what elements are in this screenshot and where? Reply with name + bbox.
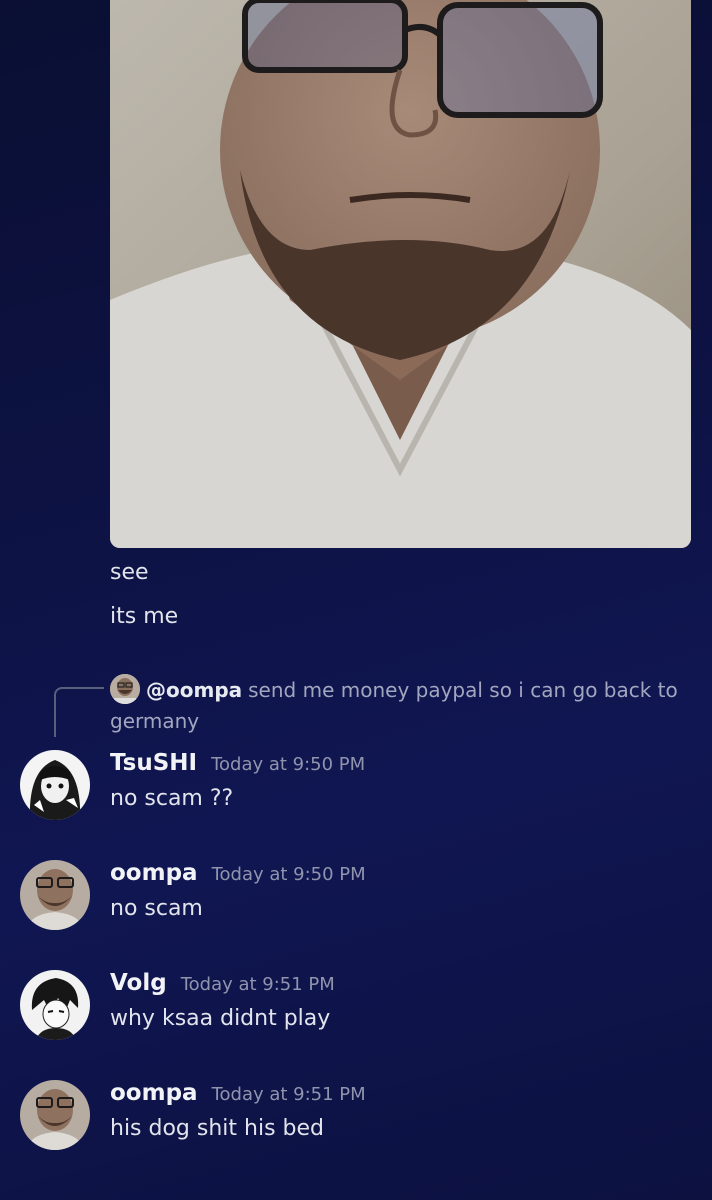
timestamp: Today at 9:51 PM — [211, 1084, 366, 1105]
man-glasses-avatar[interactable] — [20, 1080, 90, 1150]
reply-preview[interactable]: @oompa send me money paypal so i can go b… — [110, 674, 690, 737]
author-name[interactable]: oompa — [110, 1080, 198, 1106]
timestamp: Today at 9:50 PM — [211, 754, 366, 775]
timestamp: Today at 9:51 PM — [180, 974, 335, 995]
reply-mention[interactable]: @oompa — [146, 678, 242, 702]
message-text: no scam — [110, 896, 203, 921]
author-name[interactable]: TsuSHI — [110, 750, 197, 776]
message-text: his dog shit his bed — [110, 1116, 325, 1141]
anime-girl-avatar[interactable] — [20, 750, 90, 820]
reply-avatar — [110, 674, 140, 704]
message-text: no scam ?? — [110, 786, 234, 811]
message-text: why ksaa didnt play — [110, 1006, 331, 1031]
message-text: its me — [110, 604, 179, 629]
man-glasses-avatar[interactable] — [20, 860, 90, 930]
image-attachment[interactable] — [110, 0, 691, 548]
author-name[interactable]: oompa — [110, 860, 198, 886]
reply-connector — [54, 687, 104, 737]
manga-boy-avatar[interactable] — [20, 970, 90, 1040]
message-text: see — [110, 560, 149, 585]
author-name[interactable]: Volg — [110, 970, 167, 996]
timestamp: Today at 9:50 PM — [211, 864, 366, 885]
